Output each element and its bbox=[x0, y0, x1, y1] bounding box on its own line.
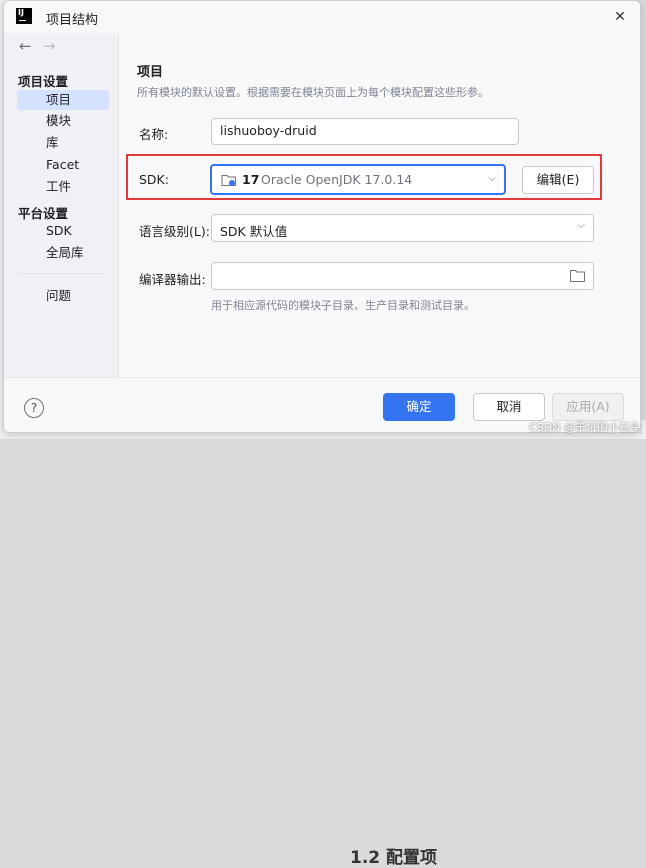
sidebar-section-platform-settings: 平台设置 bbox=[18, 206, 69, 221]
panel-heading: 项目 bbox=[137, 65, 164, 80]
sidebar-item-facets[interactable]: Facet bbox=[17, 155, 109, 175]
sidebar-divider bbox=[18, 273, 104, 274]
sidebar-item-libraries[interactable]: 库 bbox=[17, 133, 109, 153]
compiler-output-hint: 用于相应源代码的模块子目录、生产目录和测试目录。 bbox=[211, 299, 475, 312]
title-bar: IJ 项目结构 ✕ bbox=[4, 1, 640, 33]
language-level-value: SDK 默认值 bbox=[220, 224, 288, 239]
sidebar-item-problems[interactable]: 问题 bbox=[17, 286, 109, 306]
jdk-folder-icon bbox=[221, 175, 236, 186]
csdn-watermark: CSDN @笨坑的小石头 bbox=[529, 421, 641, 434]
chevron-down-icon: ⌵ bbox=[488, 173, 496, 184]
back-arrow-icon[interactable]: ← bbox=[19, 37, 32, 55]
intellij-logo-icon: IJ bbox=[16, 8, 32, 24]
sidebar: ← → 项目设置 项目 模块 库 Facet 工件 平台设置 SDK 全局库 问… bbox=[4, 33, 119, 377]
panel-description: 所有模块的默认设置。根据需要在模块页面上为每个模块配置这些形参。 bbox=[137, 86, 489, 99]
forward-arrow-icon[interactable]: → bbox=[43, 37, 56, 55]
sidebar-item-global-libraries[interactable]: 全局库 bbox=[17, 243, 109, 263]
compiler-output-label: 编译器输出: bbox=[139, 272, 206, 287]
folder-icon[interactable] bbox=[570, 269, 585, 282]
chevron-down-icon: ⌵ bbox=[577, 220, 585, 231]
background-heading: 1.2 配置项 bbox=[350, 848, 438, 868]
sidebar-item-project[interactable]: 项目 bbox=[17, 90, 109, 110]
project-structure-dialog: IJ 项目结构 ✕ ← → 项目设置 项目 模块 库 Facet 工件 平台设置… bbox=[3, 0, 641, 433]
ok-button[interactable]: 确定 bbox=[383, 393, 455, 421]
name-label: 名称: bbox=[139, 127, 169, 142]
apply-button: 应用(A) bbox=[552, 393, 624, 421]
close-icon[interactable]: ✕ bbox=[608, 5, 632, 29]
sdk-name: Oracle OpenJDK 17.0.14 bbox=[261, 172, 413, 187]
sidebar-section-project-settings: 项目设置 bbox=[18, 74, 69, 89]
sdk-label: SDK: bbox=[139, 172, 169, 187]
project-name-field[interactable]: lishuoboy-druid bbox=[211, 118, 519, 145]
sidebar-item-sdks[interactable]: SDK bbox=[17, 221, 109, 241]
sdk-select[interactable]: 17 Oracle OpenJDK 17.0.14 ⌵ bbox=[210, 164, 506, 195]
window-title: 项目结构 bbox=[46, 13, 99, 28]
cancel-button[interactable]: 取消 bbox=[473, 393, 545, 421]
language-level-label: 语言级别(L): bbox=[139, 224, 210, 239]
compiler-output-field[interactable] bbox=[211, 262, 594, 290]
sidebar-item-modules[interactable]: 模块 bbox=[17, 111, 109, 131]
sdk-version: 17 bbox=[242, 172, 260, 187]
language-level-select[interactable]: SDK 默认值 ⌵ bbox=[211, 214, 594, 242]
edit-sdk-button[interactable]: 编辑(E) bbox=[522, 166, 594, 194]
help-icon[interactable]: ? bbox=[24, 398, 44, 418]
project-settings-panel: 项目 所有模块的默认设置。根据需要在模块页面上为每个模块配置这些形参。 名称: … bbox=[119, 33, 640, 377]
sidebar-item-artifacts[interactable]: 工件 bbox=[17, 177, 109, 197]
